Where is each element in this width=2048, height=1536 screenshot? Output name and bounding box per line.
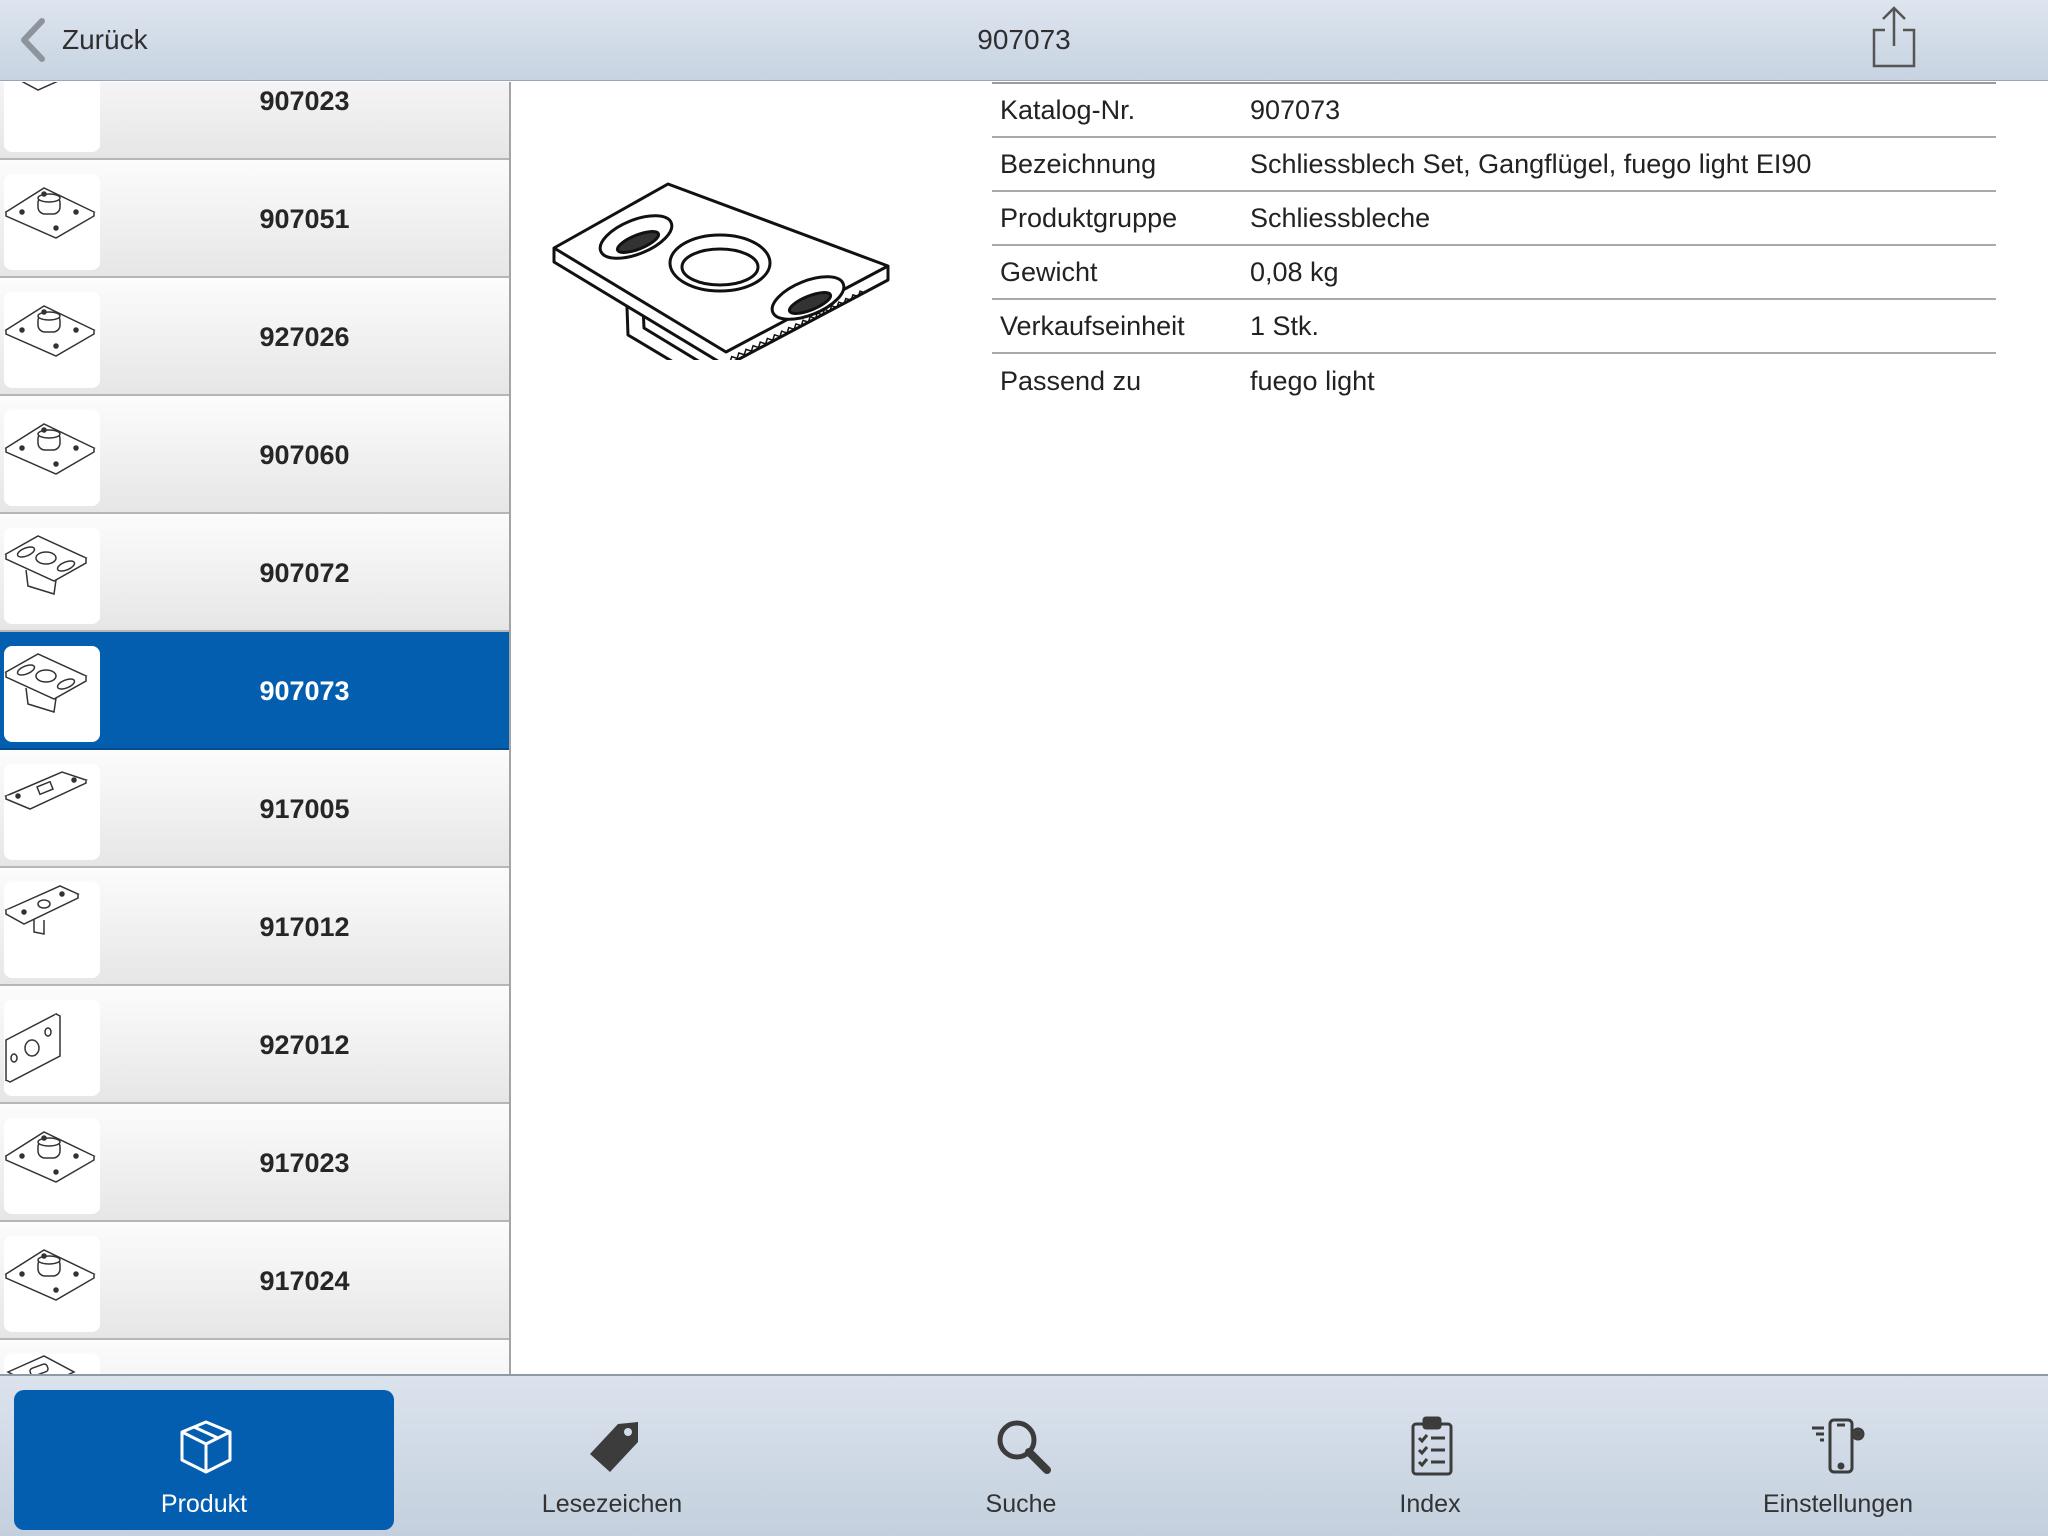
product-list-row[interactable]: 917012 <box>0 868 509 986</box>
detail-key: Bezeichnung <box>1000 148 1157 179</box>
tab-lesezeichen[interactable]: Lesezeichen <box>422 1390 802 1530</box>
product-thumbnail <box>4 764 100 860</box>
product-thumbnail-image <box>21 82 58 91</box>
tab-bar: Produkt Lesezeichen Suche Index Einstellunge… <box>0 1374 2048 1536</box>
detail-value: 0,08 kg <box>1250 256 1339 287</box>
detail-key: Passend zu <box>1000 365 1142 396</box>
product-list-row-label: 907023 <box>259 86 350 116</box>
tab-produkt[interactable]: Produkt <box>14 1390 394 1530</box>
detail-value: fuego light <box>1250 365 1375 396</box>
product-thumbnail-image <box>4 1131 96 1183</box>
product-list-row[interactable] <box>0 1340 509 1374</box>
page-title: 907073 <box>977 24 1071 55</box>
search-icon <box>991 1414 1055 1478</box>
product-thumbnail <box>4 882 100 978</box>
detail-value: 907073 <box>1250 94 1341 125</box>
product-list-row[interactable]: 917024 <box>0 1222 509 1340</box>
detail-row: Katalog-Nr. 907073 <box>992 84 1996 138</box>
product-list-row[interactable]: 907051 <box>0 160 509 278</box>
product-list-row[interactable]: 907073 <box>0 632 509 750</box>
tab-label: Lesezeichen <box>541 1490 683 1518</box>
product-list-row[interactable]: 917023 <box>0 1104 509 1222</box>
box-icon <box>174 1414 238 1478</box>
product-thumbnail-image <box>4 1249 96 1301</box>
product-thumbnail <box>4 174 100 270</box>
product-detail-table: Katalog-Nr. 907073 Bezeichnung Schliessblec… <box>992 82 1996 408</box>
share-button[interactable] <box>1868 4 1920 70</box>
detail-row: Verkaufseinheit 1 Stk. <box>992 300 1996 354</box>
product-list-row[interactable]: 927012 <box>0 986 509 1104</box>
detail-key: Katalog-Nr. <box>1000 94 1136 125</box>
product-thumbnail-image <box>4 885 80 935</box>
product-list-row[interactable]: 917005 <box>0 750 509 868</box>
product-list-row-label: 907060 <box>259 440 350 470</box>
product-thumbnail-image <box>4 187 96 239</box>
detail-value: Schliessbleche <box>1250 202 1431 233</box>
tab-index[interactable]: Index <box>1240 1390 1620 1530</box>
product-thumbnail-image <box>4 653 88 713</box>
strike-plate-drawing <box>552 182 890 360</box>
product-thumbnail <box>4 646 100 742</box>
product-list[interactable]: 907023 907051 927026 907060 907072 907073 9170… <box>0 82 511 1374</box>
tab-einstellungen[interactable]: Einstellungen <box>1648 1390 2028 1530</box>
product-list-row-label: 917012 <box>259 912 350 942</box>
detail-key: Produktgruppe <box>1000 202 1178 233</box>
phone-settings-icon <box>1808 1414 1872 1478</box>
tab-suche[interactable]: Suche <box>831 1390 1211 1530</box>
product-list-row-label: 907073 <box>259 676 350 706</box>
product-thumbnail-image <box>6 1355 76 1374</box>
product-list-row-label: 917024 <box>259 1266 350 1296</box>
product-image <box>550 130 905 360</box>
product-thumbnail <box>4 1236 100 1332</box>
product-thumbnail <box>4 1000 100 1096</box>
product-thumbnail-image <box>4 305 96 357</box>
tag-icon <box>582 1414 646 1478</box>
product-list-row[interactable]: 907023 <box>0 82 509 160</box>
product-list-row[interactable]: 907072 <box>0 514 509 632</box>
detail-value: Schliessblech Set, Gangflügel, fuego lig… <box>1250 148 1812 179</box>
detail-row: Passend zu fuego light <box>992 354 1996 408</box>
product-thumbnail <box>4 1118 100 1214</box>
detail-value: 1 Stk. <box>1250 310 1320 341</box>
clipboard-list-icon <box>1400 1414 1464 1478</box>
product-detail-panel: Katalog-Nr. 907073 Bezeichnung Schliessblec… <box>513 82 2048 1374</box>
product-list-row[interactable]: 907060 <box>0 396 509 514</box>
tab-label: Einstellungen <box>1762 1490 1914 1518</box>
tab-label: Produkt <box>160 1490 248 1518</box>
product-list-items: 907023 907051 927026 907060 907072 907073 9170… <box>0 82 509 1374</box>
product-thumbnail <box>4 1354 100 1374</box>
tab-label: Suche <box>985 1490 1057 1518</box>
tab-label: Index <box>1399 1490 1461 1518</box>
product-list-row-label: 917005 <box>259 794 350 824</box>
product-list-row[interactable]: 927026 <box>0 278 509 396</box>
detail-row: Gewicht 0,08 kg <box>992 246 1996 300</box>
product-thumbnail <box>4 410 100 506</box>
product-thumbnail-image <box>5 1012 61 1083</box>
share-icon <box>1872 6 1916 68</box>
product-list-row-label <box>100 1340 509 1374</box>
product-thumbnail-image <box>4 771 89 810</box>
product-thumbnail <box>4 82 100 152</box>
detail-row: Bezeichnung Schliessblech Set, Gangflügel… <box>992 138 1996 192</box>
navigation-bar: Zurück 907073 <box>0 0 2048 81</box>
product-thumbnail <box>4 528 100 624</box>
product-thumbnail <box>4 292 100 388</box>
detail-row: Produktgruppe Schliessbleche <box>992 192 1996 246</box>
product-list-row-label: 907051 <box>259 204 350 234</box>
detail-key: Verkaufseinheit <box>1000 310 1185 341</box>
product-list-row-label: 917023 <box>259 1148 350 1178</box>
product-thumbnail-image <box>4 423 96 475</box>
product-list-row-label: 927026 <box>259 322 350 352</box>
product-list-row-label: 927012 <box>259 1030 350 1060</box>
product-list-row-label: 907072 <box>259 558 350 588</box>
product-thumbnail-image <box>4 535 88 595</box>
detail-key: Gewicht <box>1000 256 1098 287</box>
